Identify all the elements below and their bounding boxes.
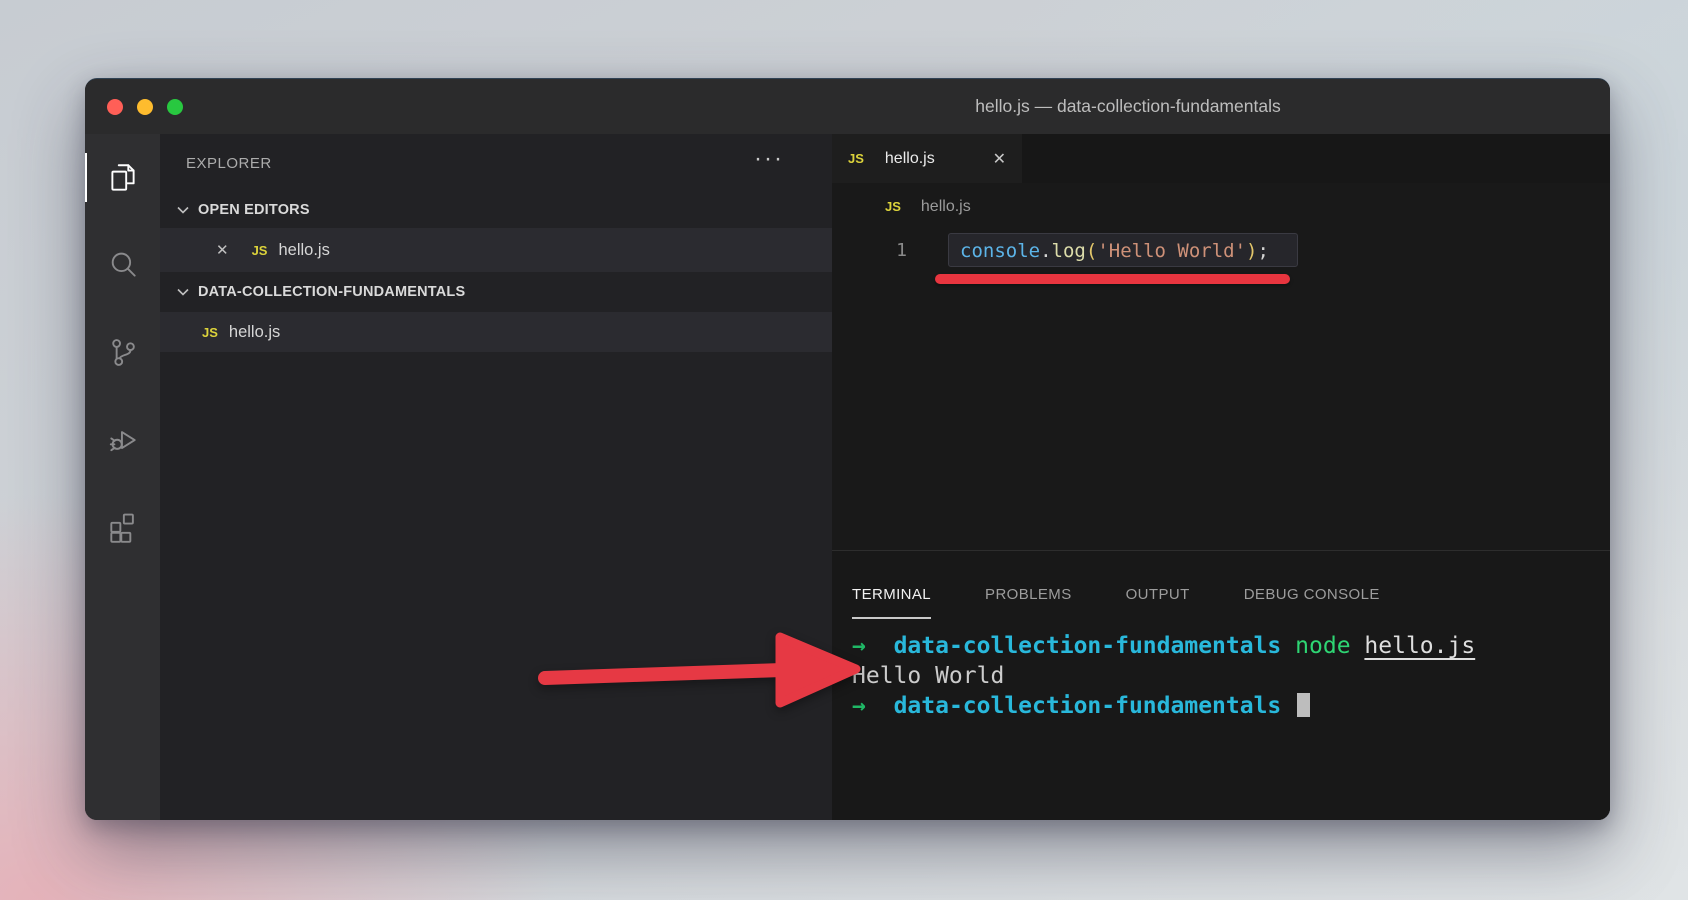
open-editor-file-name: hello.js bbox=[278, 241, 329, 260]
editor-area: JS hello.js ✕ JS hello.js 1 console.log(… bbox=[832, 134, 1610, 820]
close-window-button[interactable] bbox=[107, 99, 123, 115]
terminal-content[interactable]: → data-collection-fundamentals node hell… bbox=[852, 631, 1610, 721]
open-editor-item-hello-js[interactable]: ✕ JS hello.js bbox=[160, 228, 832, 272]
explorer-title: EXPLORER bbox=[186, 155, 272, 172]
more-actions-button[interactable]: ··· bbox=[754, 154, 806, 172]
open-editors-label: OPEN EDITORS bbox=[198, 202, 310, 218]
code-token: ( bbox=[1086, 240, 1097, 262]
tree-item-hello-js[interactable]: JS hello.js bbox=[160, 312, 832, 352]
terminal-text bbox=[866, 633, 894, 659]
line-number: 1 bbox=[832, 240, 927, 261]
terminal-text: data-collection-fundamentals bbox=[894, 633, 1282, 659]
terminal-text bbox=[1281, 693, 1295, 719]
tab-debug-console[interactable]: DEBUG CONSOLE bbox=[1244, 571, 1380, 619]
tab-close-icon[interactable]: ✕ bbox=[993, 149, 1006, 169]
terminal-line: → data-collection-fundamentals bbox=[852, 691, 1610, 721]
terminal-text: hello.js bbox=[1364, 633, 1475, 659]
terminal-panel: TERMINAL PROBLEMS OUTPUT DEBUG CONSOLE →… bbox=[832, 550, 1610, 820]
tab-hello-js[interactable]: JS hello.js ✕ bbox=[832, 134, 1022, 183]
terminal-text: → bbox=[852, 633, 866, 659]
vscode-window: hello.js — data-collection-fundamentals bbox=[85, 78, 1610, 820]
terminal-cursor bbox=[1297, 693, 1310, 717]
js-file-icon: JS bbox=[848, 151, 864, 166]
files-icon bbox=[106, 161, 140, 195]
workspace-section-header[interactable]: DATA-COLLECTION-FUNDAMENTALS bbox=[160, 272, 832, 312]
editor-tabbar: JS hello.js ✕ bbox=[832, 134, 1610, 183]
code-line-1: 1 console.log('Hello World'); bbox=[832, 234, 1610, 267]
tree-file-name: hello.js bbox=[229, 323, 280, 342]
sidebar-item-explorer[interactable] bbox=[85, 134, 160, 221]
open-editors-section-header[interactable]: OPEN EDITORS bbox=[160, 192, 832, 228]
terminal-text bbox=[1351, 633, 1365, 659]
source-control-icon bbox=[106, 335, 140, 369]
extensions-icon bbox=[106, 509, 140, 543]
chevron-down-icon bbox=[177, 206, 189, 214]
workspace-folder-label: DATA-COLLECTION-FUNDAMENTALS bbox=[198, 284, 465, 300]
tab-output[interactable]: OUTPUT bbox=[1126, 571, 1190, 619]
terminal-text: Hello World bbox=[852, 663, 1004, 689]
js-file-icon: JS bbox=[252, 243, 268, 258]
terminal-text: data-collection-fundamentals bbox=[894, 693, 1282, 719]
js-file-icon: JS bbox=[202, 325, 218, 340]
minimize-window-button[interactable] bbox=[137, 99, 153, 115]
explorer-header: EXPLORER ··· bbox=[160, 134, 832, 192]
activity-bar bbox=[85, 134, 160, 820]
close-editor-icon[interactable]: ✕ bbox=[216, 241, 229, 259]
run-debug-icon bbox=[106, 422, 140, 456]
code-token: console bbox=[960, 240, 1040, 262]
code-token: . bbox=[1040, 240, 1051, 262]
panel-tabbar: TERMINAL PROBLEMS OUTPUT DEBUG CONSOLE bbox=[852, 551, 1610, 619]
chevron-down-icon bbox=[177, 288, 189, 296]
zoom-window-button[interactable] bbox=[167, 99, 183, 115]
terminal-line: → data-collection-fundamentals node hell… bbox=[852, 631, 1610, 661]
window-title: hello.js — data-collection-fundamentals bbox=[975, 96, 1280, 117]
search-icon bbox=[106, 248, 140, 282]
terminal-text: node bbox=[1295, 633, 1350, 659]
terminal-line: Hello World bbox=[852, 661, 1610, 691]
tab-terminal[interactable]: TERMINAL bbox=[852, 571, 931, 619]
sidebar-item-search[interactable] bbox=[85, 221, 160, 308]
titlebar[interactable]: hello.js — data-collection-fundamentals bbox=[85, 79, 1610, 134]
code-token: log bbox=[1052, 240, 1086, 262]
code-line-tokens: console.log('Hello World'); bbox=[960, 240, 1269, 262]
code-token: 'Hello World' bbox=[1097, 240, 1246, 262]
terminal-text: → bbox=[852, 693, 866, 719]
tab-problems[interactable]: PROBLEMS bbox=[985, 571, 1072, 619]
tab-label: hello.js bbox=[885, 150, 935, 168]
code-editor[interactable]: 1 console.log('Hello World'); bbox=[832, 230, 1610, 550]
breadcrumb[interactable]: JS hello.js bbox=[832, 183, 1610, 230]
sidebar-item-source-control[interactable] bbox=[85, 308, 160, 395]
code-token: ) bbox=[1246, 240, 1257, 262]
sidebar-item-run-debug[interactable] bbox=[85, 395, 160, 482]
js-file-icon: JS bbox=[885, 199, 901, 214]
terminal-text bbox=[866, 693, 894, 719]
code-token: ; bbox=[1257, 240, 1268, 262]
terminal-text bbox=[1281, 633, 1295, 659]
sidebar-item-extensions[interactable] bbox=[85, 482, 160, 569]
explorer-sidebar: EXPLORER ··· OPEN EDITORS ✕ JS hello.js … bbox=[160, 134, 832, 820]
red-underline-annotation bbox=[935, 274, 1290, 284]
breadcrumb-file-name: hello.js bbox=[921, 198, 971, 216]
traffic-lights bbox=[107, 99, 183, 115]
